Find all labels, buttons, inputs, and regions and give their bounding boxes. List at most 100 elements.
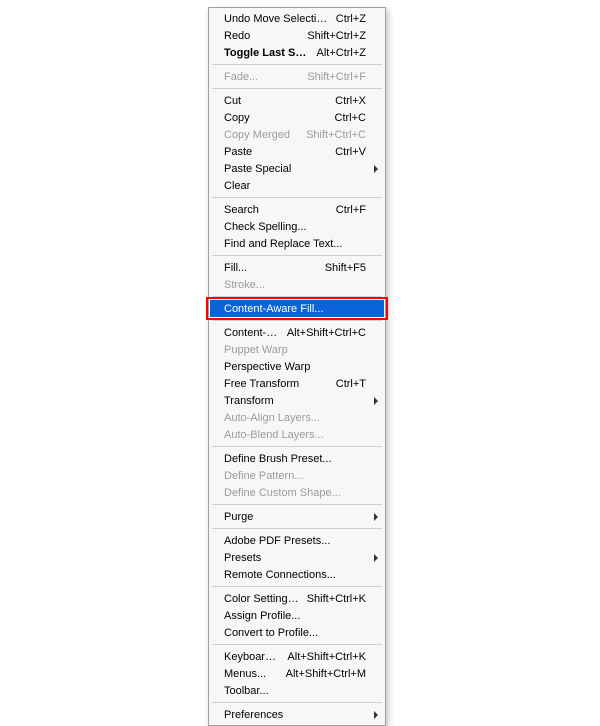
- menu-item-shortcut: Ctrl+X: [335, 95, 366, 107]
- menu-separator: [212, 64, 382, 65]
- menu-item-label: Cut: [224, 95, 327, 107]
- menu-separator: [212, 586, 382, 587]
- menu-item-paste-special[interactable]: Paste Special: [210, 160, 384, 177]
- menu-item-label: Auto-Blend Layers...: [224, 429, 366, 441]
- menu-separator: [212, 528, 382, 529]
- menu-item-label: Find and Replace Text...: [224, 238, 366, 250]
- chevron-right-icon: [374, 711, 378, 719]
- menu-item-label: Redo: [224, 30, 299, 42]
- menu-item-define-pattern: Define Pattern...: [210, 467, 384, 484]
- menu-item-presets[interactable]: Presets: [210, 549, 384, 566]
- menu-item-label: Search: [224, 204, 328, 216]
- menu-item-label: Preferences: [224, 709, 366, 721]
- menu-item-copy[interactable]: Copy Ctrl+C: [210, 109, 384, 126]
- chevron-right-icon: [374, 397, 378, 405]
- stage: { "menu": { "name": "edit-menu", "items"…: [0, 0, 600, 565]
- menu-item-shortcut: Shift+Ctrl+F: [307, 71, 366, 83]
- menu-item-label: Fade...: [224, 71, 299, 83]
- menu-item-shortcut: Shift+Ctrl+K: [307, 593, 366, 605]
- menu-separator: [212, 504, 382, 505]
- menu-item-label: Paste: [224, 146, 327, 158]
- menu-item-auto-align-layers: Auto-Align Layers...: [210, 409, 384, 426]
- menu-item-shortcut: Ctrl+F: [336, 204, 366, 216]
- menu-item-label: Define Brush Preset...: [224, 453, 366, 465]
- menu-item-check-spelling[interactable]: Check Spelling...: [210, 218, 384, 235]
- menu-item-menus[interactable]: Menus...Alt+Shift+Ctrl+M: [210, 665, 384, 682]
- menu-item-label: Toolbar...: [224, 685, 366, 697]
- menu-item-label: Content-Aware Scale: [224, 327, 279, 339]
- menu-item-define-brush-preset[interactable]: Define Brush Preset...: [210, 450, 384, 467]
- menu-item-fade: Fade... Shift+Ctrl+F: [210, 68, 384, 85]
- menu-item-preferences[interactable]: Preferences: [210, 706, 384, 723]
- menu-separator: [212, 644, 382, 645]
- menu-item-purge[interactable]: Purge: [210, 508, 384, 525]
- menu-item-label: Color Settings...: [224, 593, 299, 605]
- menu-item-label: Perspective Warp: [224, 361, 366, 373]
- menu-item-color-settings[interactable]: Color Settings... Shift+Ctrl+K: [210, 590, 384, 607]
- menu-item-find-replace[interactable]: Find and Replace Text...: [210, 235, 384, 252]
- menu-item-label: Define Custom Shape...: [224, 487, 366, 499]
- chevron-right-icon: [374, 554, 378, 562]
- menu-item-label: Define Pattern...: [224, 470, 366, 482]
- menu-separator: [212, 88, 382, 89]
- menu-item-label: Convert to Profile...: [224, 627, 366, 639]
- menu-item-label: Copy: [224, 112, 327, 124]
- menu-item-clear[interactable]: Clear: [210, 177, 384, 194]
- menu-item-shortcut: Ctrl+C: [335, 112, 366, 124]
- menu-item-shortcut: Ctrl+Z: [336, 13, 366, 25]
- menu-item-transform[interactable]: Transform: [210, 392, 384, 409]
- edit-menu[interactable]: Undo Move Selection Ctrl+Z Redo Shift+Ctrl+…: [208, 7, 386, 726]
- menu-separator: [212, 197, 382, 198]
- menu-item-assign-profile[interactable]: Assign Profile...: [210, 607, 384, 624]
- menu-item-toolbar[interactable]: Toolbar...: [210, 682, 384, 699]
- menu-item-convert-to-profile[interactable]: Convert to Profile...: [210, 624, 384, 641]
- menu-item-label: Adobe PDF Presets...: [224, 535, 366, 547]
- menu-item-define-custom-shape: Define Custom Shape...: [210, 484, 384, 501]
- menu-item-label: Remote Connections...: [224, 569, 366, 581]
- menu-separator: [212, 446, 382, 447]
- menu-item-free-transform[interactable]: Free Transform Ctrl+T: [210, 375, 384, 392]
- menu-item-shortcut: Shift+Ctrl+Z: [307, 30, 366, 42]
- menu-item-label: Fill...: [224, 262, 317, 274]
- menu-item-shortcut: Shift+Ctrl+C: [306, 129, 366, 141]
- menu-item-copy-merged: Copy Merged Shift+Ctrl+C: [210, 126, 384, 143]
- menu-item-content-aware-scale[interactable]: Content-Aware Scale Alt+Shift+Ctrl+C: [210, 324, 384, 341]
- menu-item-label: Stroke...: [224, 279, 366, 291]
- menu-item-label: Undo Move Selection: [224, 13, 328, 25]
- chevron-right-icon: [374, 165, 378, 173]
- menu-item-puppet-warp: Puppet Warp: [210, 341, 384, 358]
- menu-item-label: Copy Merged: [224, 129, 298, 141]
- menu-item-shortcut: Alt+Ctrl+Z: [316, 47, 366, 59]
- menu-item-toggle-last-state[interactable]: Toggle Last State Alt+Ctrl+Z: [210, 44, 384, 61]
- menu-item-label: Free Transform: [224, 378, 328, 390]
- menu-item-label: Transform: [224, 395, 366, 407]
- menu-separator: [212, 296, 382, 297]
- menu-item-auto-blend-layers: Auto-Blend Layers...: [210, 426, 384, 443]
- menu-item-shortcut: Shift+F5: [325, 262, 366, 274]
- menu-item-paste[interactable]: Paste Ctrl+V: [210, 143, 384, 160]
- menu-item-perspective-warp[interactable]: Perspective Warp: [210, 358, 384, 375]
- menu-item-label: Assign Profile...: [224, 610, 366, 622]
- menu-item-label: Toggle Last State: [224, 47, 308, 59]
- menu-item-label: Auto-Align Layers...: [224, 412, 366, 424]
- menu-item-redo[interactable]: Redo Shift+Ctrl+Z: [210, 27, 384, 44]
- menu-item-shortcut: Ctrl+T: [336, 378, 366, 390]
- menu-item-undo-move-selection[interactable]: Undo Move Selection Ctrl+Z: [210, 10, 384, 27]
- menu-item-stroke: Stroke...: [210, 276, 384, 293]
- menu-item-content-aware-fill[interactable]: Content-Aware Fill...: [210, 300, 384, 317]
- menu-item-label: Presets: [224, 552, 366, 564]
- menu-item-adobe-pdf-presets[interactable]: Adobe PDF Presets...: [210, 532, 384, 549]
- menu-separator: [212, 255, 382, 256]
- menu-separator: [212, 702, 382, 703]
- menu-item-cut[interactable]: Cut Ctrl+X: [210, 92, 384, 109]
- menu-item-shortcut: Alt+Shift+Ctrl+M: [286, 668, 366, 680]
- menu-item-remote-connections[interactable]: Remote Connections...: [210, 566, 384, 583]
- menu-item-fill[interactable]: Fill... Shift+F5: [210, 259, 384, 276]
- menu-item-search[interactable]: Search Ctrl+F: [210, 201, 384, 218]
- menu-item-label: Paste Special: [224, 163, 366, 175]
- menu-item-shortcut: Ctrl+V: [335, 146, 366, 158]
- menu-item-keyboard-shortcuts[interactable]: Keyboard Shortcuts...Alt+Shift+Ctrl+K: [210, 648, 384, 665]
- menu-item-shortcut: Alt+Shift+Ctrl+C: [287, 327, 366, 339]
- menu-item-label: Keyboard Shortcuts...: [224, 651, 279, 663]
- menu-item-label: Clear: [224, 180, 366, 192]
